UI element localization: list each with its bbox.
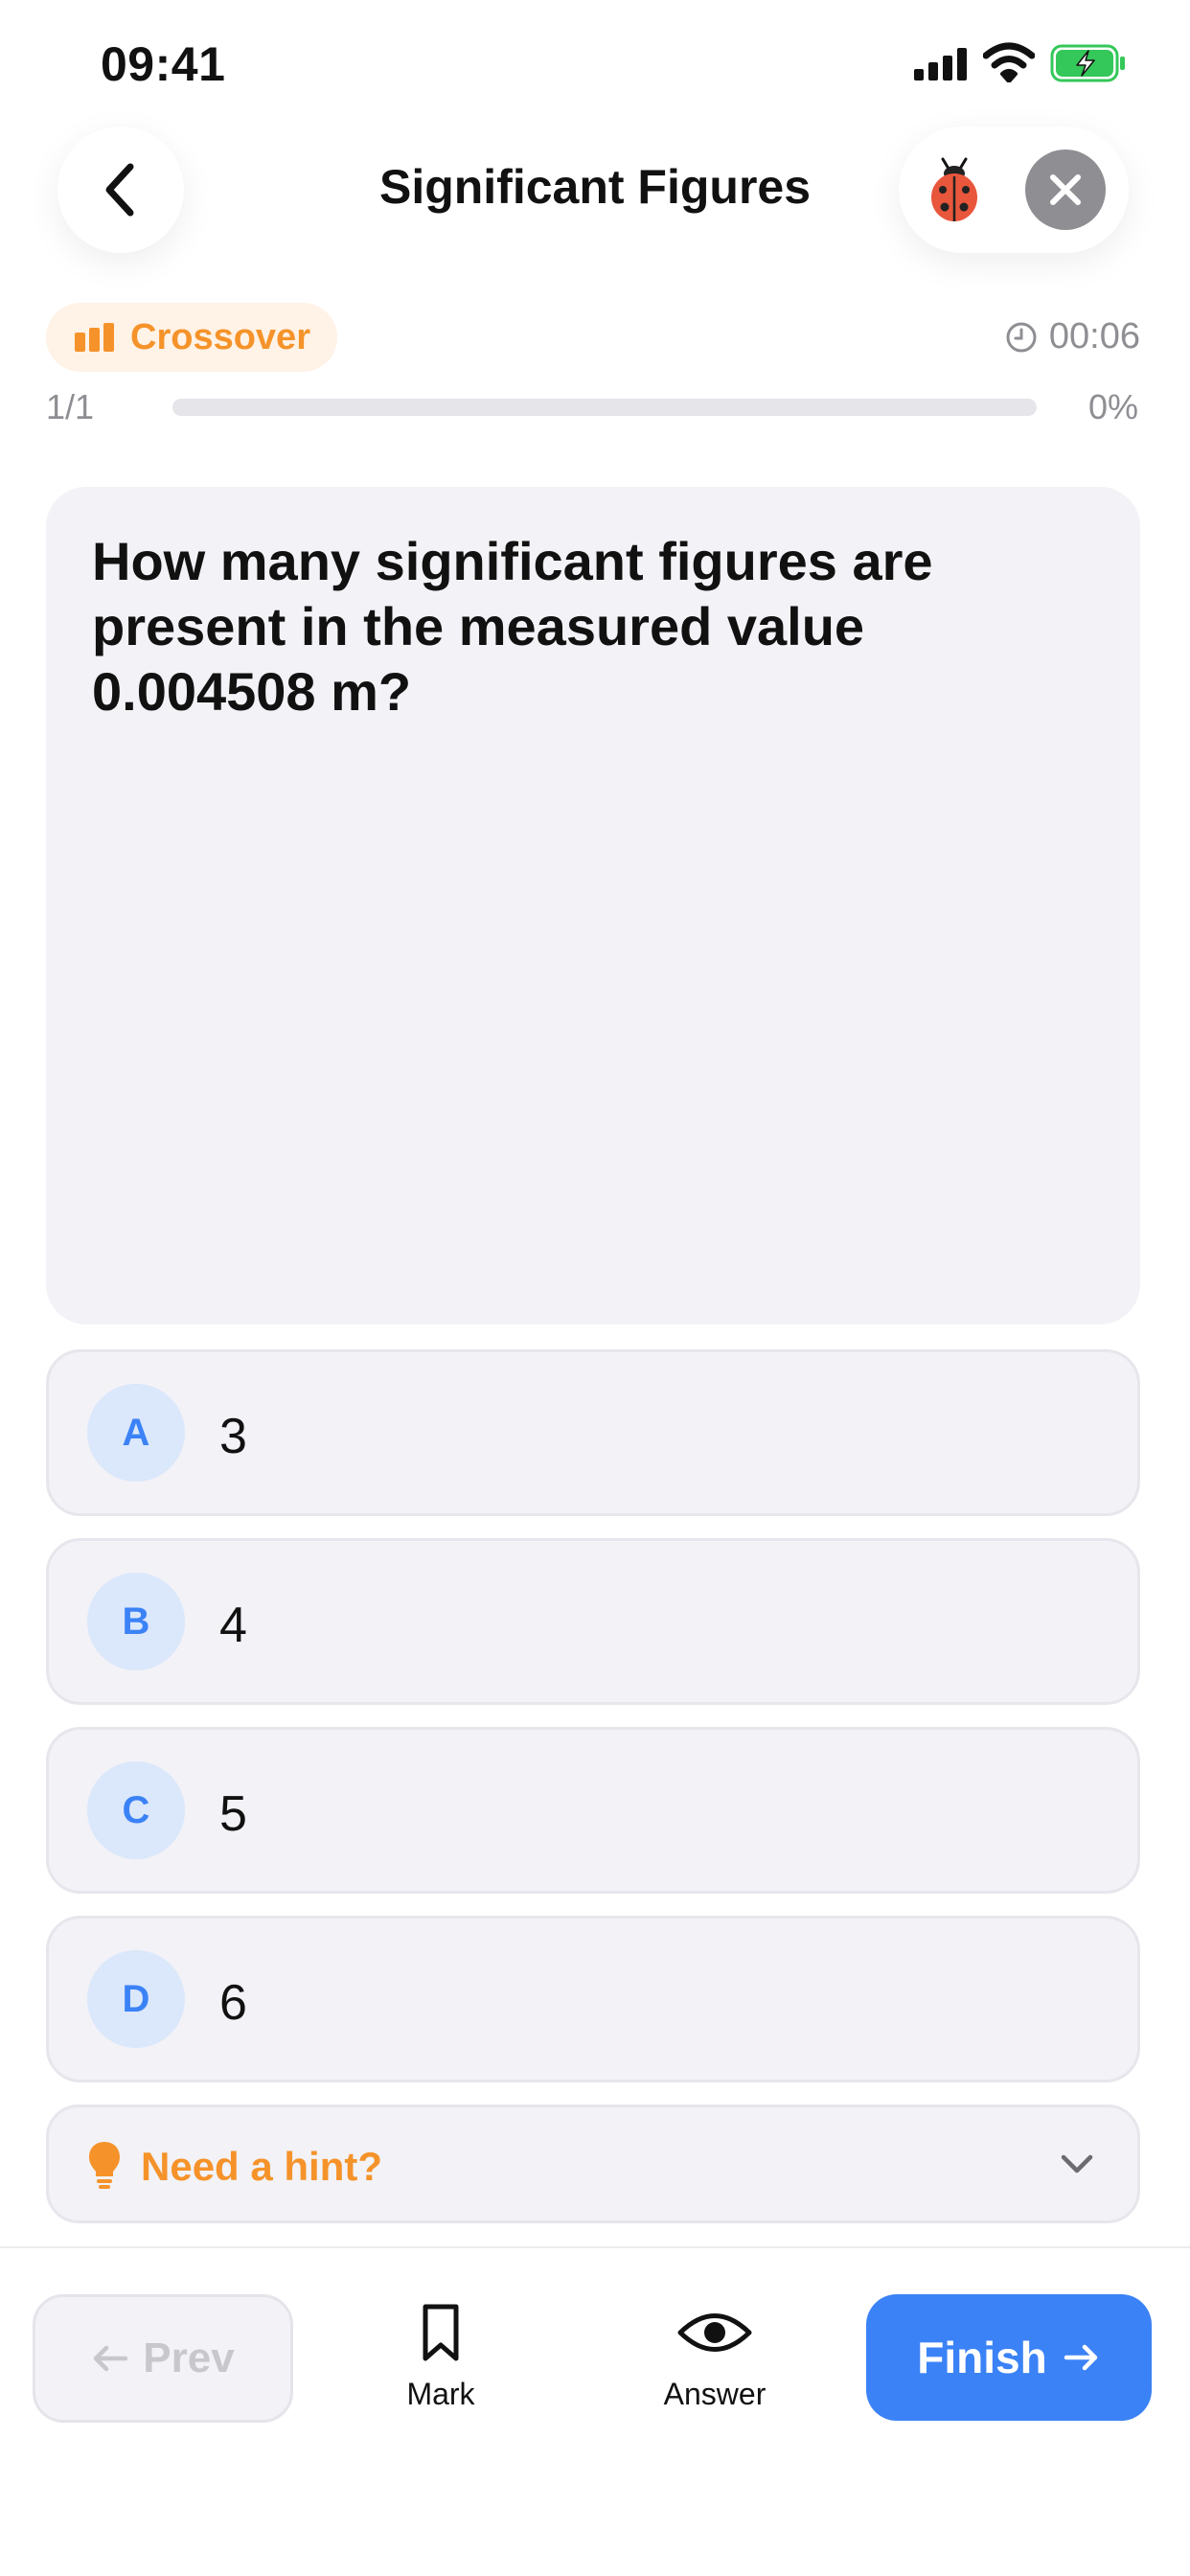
option-letter: A <box>87 1384 185 1482</box>
option-text: 3 <box>219 1409 247 1464</box>
ladybug-icon[interactable] <box>920 155 989 224</box>
quiz-screen: 09:41 Significant Figures Crossover 00:0… <box>0 0 1190 2576</box>
option-text: 5 <box>219 1786 247 1842</box>
timer-value: 00:06 <box>1048 316 1140 356</box>
timer: 00:06 <box>1005 316 1140 357</box>
answer-button[interactable]: Answer <box>629 2298 801 2423</box>
option-b[interactable]: B 4 <box>46 1538 1140 1705</box>
option-letter: D <box>87 1950 185 2048</box>
hint-label: Need a hint? <box>141 2144 383 2189</box>
header-actions <box>899 126 1129 253</box>
page-title: Significant Figures <box>378 160 812 214</box>
progress-percent: 0% <box>1087 387 1138 426</box>
option-letter: C <box>87 1761 185 1859</box>
answer-label: Answer <box>663 2377 767 2411</box>
prev-label: Prev <box>143 2334 235 2381</box>
bars-icon <box>75 323 114 352</box>
chevron-down-icon <box>1061 2154 1093 2174</box>
mark-label: Mark <box>406 2377 475 2411</box>
wifi-icon <box>983 42 1035 82</box>
prev-button[interactable]: Prev <box>33 2294 293 2423</box>
question-text: How many significant figures are present… <box>92 531 933 722</box>
toolbar-divider <box>0 2246 1190 2248</box>
battery-icon <box>1050 44 1125 82</box>
hint-toggle[interactable]: Need a hint? <box>46 2104 1140 2223</box>
bookmark-icon <box>423 2304 459 2361</box>
finish-label: Finish <box>917 2333 1047 2382</box>
arrow-left-icon <box>94 2345 128 2372</box>
option-text: 6 <box>219 1975 247 2031</box>
finish-button[interactable]: Finish <box>866 2294 1152 2421</box>
level-badge: Crossover <box>46 303 337 372</box>
option-text: 4 <box>219 1598 247 1653</box>
close-button[interactable] <box>1025 150 1106 230</box>
level-label: Crossover <box>130 316 310 357</box>
option-c[interactable]: C 5 <box>46 1727 1140 1894</box>
eye-icon <box>677 2313 752 2352</box>
back-button[interactable] <box>57 126 184 253</box>
chevron-left-icon <box>105 163 134 217</box>
question-card: How many significant figures are present… <box>46 487 1140 1324</box>
option-a[interactable]: A 3 <box>46 1349 1140 1516</box>
clock-icon <box>1006 322 1037 352</box>
close-icon <box>1050 174 1081 205</box>
bulb-icon <box>89 2142 120 2189</box>
option-letter: B <box>87 1573 185 1670</box>
status-time: 09:41 <box>101 37 226 91</box>
progress-count: 1/1 <box>46 387 95 426</box>
signal-icon <box>914 48 967 80</box>
arrow-right-icon <box>1064 2344 1097 2371</box>
mark-button[interactable]: Mark <box>355 2298 527 2423</box>
progress-bar <box>172 399 1037 416</box>
status-bar: 09:41 <box>0 0 1190 125</box>
option-d[interactable]: D 6 <box>46 1916 1140 2082</box>
